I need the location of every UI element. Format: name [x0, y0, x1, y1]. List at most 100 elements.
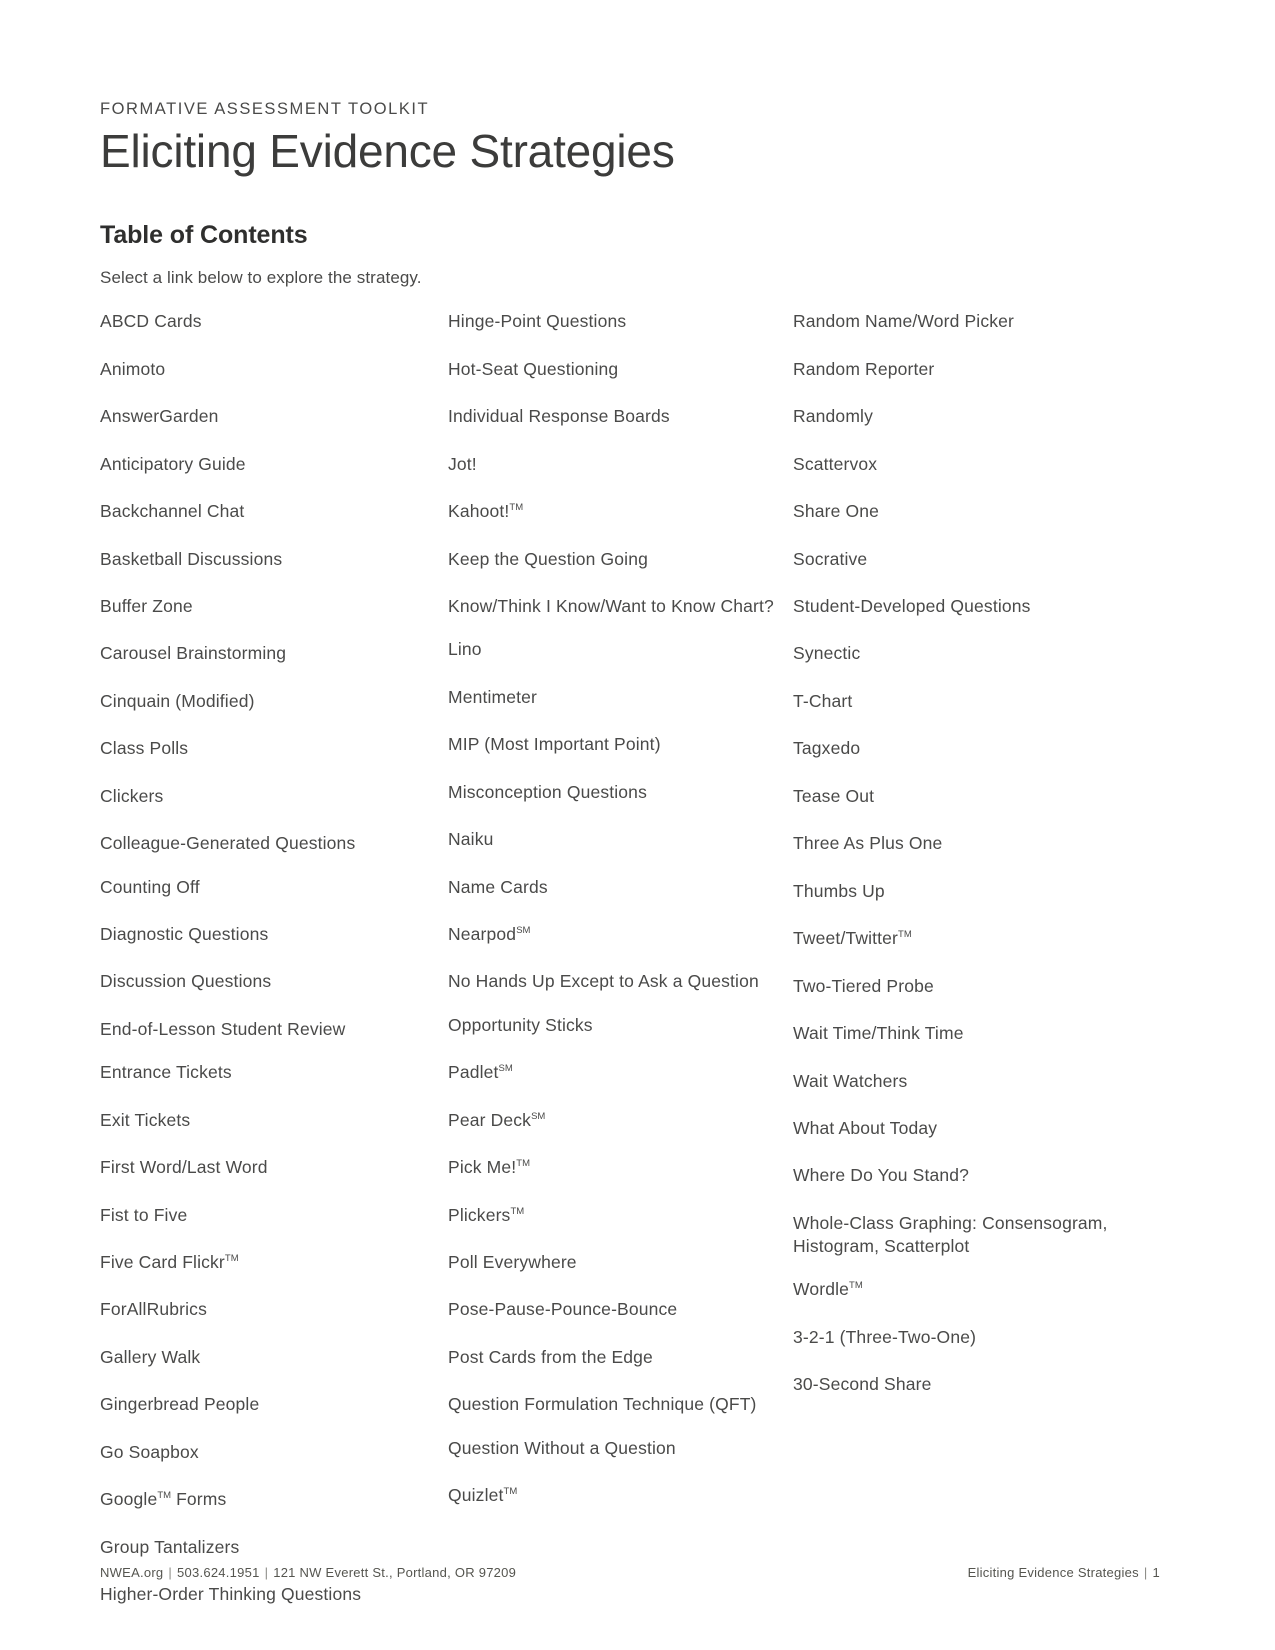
toc-link[interactable]: Question Formulation Technique (QFT) [448, 1393, 793, 1416]
toc-link[interactable]: Pick Me!TM [448, 1156, 793, 1179]
toc-link[interactable]: Hot-Seat Questioning [448, 358, 793, 381]
toc-link[interactable]: PlickersTM [448, 1204, 793, 1227]
toc-link[interactable]: Lino [448, 638, 793, 661]
toc-link[interactable]: No Hands Up Except to Ask a Question [448, 970, 793, 993]
footer-page-number: 1 [1152, 1565, 1160, 1580]
toc-link[interactable]: Whole-Class Graphing: Consensogram, Hist… [793, 1212, 1160, 1259]
trademark-mark: TM [516, 1158, 531, 1170]
trademark-mark: TM [849, 1280, 863, 1292]
toc-link[interactable]: Misconception Questions [448, 781, 793, 804]
toc-link[interactable]: Randomly [793, 405, 1160, 428]
toc-link[interactable]: Buffer Zone [100, 595, 448, 618]
footer-phone: 503.624.1951 [177, 1565, 260, 1580]
toc-link[interactable]: Gallery Walk [100, 1346, 448, 1369]
toc-link[interactable]: Post Cards from the Edge [448, 1346, 793, 1369]
toc-link[interactable]: Tagxedo [793, 737, 1160, 760]
toc-column-1: ABCD Cards Animoto AnswerGarden Anticipator… [100, 310, 448, 1626]
toc-link[interactable]: Diagnostic Questions [100, 923, 448, 946]
toc-link[interactable]: Student-Developed Questions [793, 595, 1160, 618]
service-mark: SM [531, 1110, 546, 1122]
toc-link[interactable]: ForAllRubrics [100, 1298, 448, 1321]
toc-link[interactable]: Keep the Question Going [448, 548, 793, 571]
toc-link[interactable]: NearpodSM [448, 923, 793, 946]
footer-contact-info: NWEA.org | 503.624.1951 | 121 NW Everett St.… [100, 1565, 516, 1580]
toc-link[interactable]: Random Name/Word Picker [793, 310, 1160, 333]
toc-link[interactable]: Naiku [448, 828, 793, 851]
toc-link[interactable]: Go Soapbox [100, 1441, 448, 1464]
toc-link[interactable]: Group Tantalizers [100, 1536, 448, 1559]
toc-link[interactable]: Colleague-Generated Questions [100, 832, 448, 855]
toc-link[interactable]: Two-Tiered Probe [793, 975, 1160, 998]
toc-link[interactable]: Anticipatory Guide [100, 453, 448, 476]
document-page: FORMATIVE ASSESSMENT TOOLKIT Eliciting E… [0, 0, 1275, 1650]
toc-link[interactable]: Opportunity Sticks [448, 1014, 793, 1037]
footer-separator-3: | [1143, 1565, 1148, 1580]
toc-link[interactable]: ABCD Cards [100, 310, 448, 333]
toc-link[interactable]: Fist to Five [100, 1204, 448, 1227]
toc-link[interactable]: Pear DeckSM [448, 1109, 793, 1132]
page-content: FORMATIVE ASSESSMENT TOOLKIT Eliciting E… [100, 100, 1160, 1626]
toc-link[interactable]: GoogleTM Forms [100, 1488, 448, 1511]
toc-link[interactable]: Tease Out [793, 785, 1160, 808]
toc-link[interactable]: Kahoot!TM [448, 500, 793, 523]
service-mark: SM [516, 925, 531, 937]
toc-link[interactable]: Question Without a Question [448, 1437, 793, 1460]
toc-link[interactable]: Jot! [448, 453, 793, 476]
toc-link[interactable]: T-Chart [793, 690, 1160, 713]
toc-link[interactable]: PadletSM [448, 1061, 793, 1084]
toc-link[interactable]: Three As Plus One [793, 832, 1160, 855]
footer-document-name: Eliciting Evidence Strategies [967, 1565, 1139, 1580]
toc-link[interactable]: Synectic [793, 642, 1160, 665]
toc-link[interactable]: Socrative [793, 548, 1160, 571]
toc-link[interactable]: Higher-Order Thinking Questions [100, 1583, 448, 1606]
toolkit-eyebrow-label: FORMATIVE ASSESSMENT TOOLKIT [100, 100, 430, 118]
toc-link[interactable]: Scattervox [793, 453, 1160, 476]
toc-link[interactable]: WordleTM [793, 1278, 1160, 1301]
toc-link[interactable]: Discussion Questions [100, 970, 448, 993]
toc-link[interactable]: Wait Watchers [793, 1070, 1160, 1093]
toc-link[interactable]: Thumbs Up [793, 880, 1160, 903]
toc-link[interactable]: Poll Everywhere [448, 1251, 793, 1274]
toc-link[interactable]: Five Card FlickrTM [100, 1251, 448, 1274]
toc-link[interactable]: Mentimeter [448, 686, 793, 709]
footer-document-info: Eliciting Evidence Strategies | 1 [968, 1565, 1160, 1580]
toc-link[interactable]: First Word/Last Word [100, 1156, 448, 1179]
toc-link[interactable]: Know/Think I Know/Want to Know Chart? [448, 595, 793, 618]
trademark-mark: TM [509, 502, 524, 514]
table-of-contents-heading: Table of Contents [100, 221, 308, 250]
toc-link[interactable]: 30-Second Share [793, 1373, 1160, 1396]
toc-link[interactable]: Gingerbread People [100, 1393, 448, 1416]
footer-website-link[interactable]: NWEA.org [100, 1565, 163, 1580]
toc-link[interactable]: QuizletTM [448, 1484, 793, 1507]
trademark-mark: TM [224, 1253, 239, 1265]
toc-link[interactable]: AnswerGarden [100, 405, 448, 428]
toc-link[interactable]: Pose-Pause-Pounce-Bounce [448, 1298, 793, 1321]
toc-link[interactable]: Clickers [100, 785, 448, 808]
toc-link[interactable]: Counting Off [100, 876, 448, 899]
toc-link[interactable]: Share One [793, 500, 1160, 523]
trademark-mark: TM [503, 1486, 518, 1498]
toc-link[interactable]: Individual Response Boards [448, 405, 793, 428]
toc-link[interactable]: Exit Tickets [100, 1109, 448, 1132]
toc-link[interactable]: Class Polls [100, 737, 448, 760]
toc-link[interactable]: 3-2-1 (Three-Two-One) [793, 1326, 1160, 1349]
toc-column-2: Hinge-Point Questions Hot-Seat Questionin… [448, 310, 793, 1531]
toc-link[interactable]: Basketball Discussions [100, 548, 448, 571]
toc-link[interactable]: What About Today [793, 1117, 1160, 1140]
trademark-mark: TM [510, 1205, 525, 1217]
toc-link[interactable]: Carousel Brainstorming [100, 642, 448, 665]
toc-column-3: Random Name/Word Picker Random Reporter Ra… [793, 310, 1160, 1421]
trademark-mark: TM [157, 1490, 172, 1502]
toc-link[interactable]: End-of-Lesson Student Review [100, 1018, 448, 1041]
toc-link[interactable]: Where Do You Stand? [793, 1164, 1160, 1187]
toc-link[interactable]: Tweet/TwitterTM [793, 927, 1160, 950]
toc-link[interactable]: Animoto [100, 358, 448, 381]
toc-link[interactable]: Wait Time/Think Time [793, 1022, 1160, 1045]
toc-link[interactable]: Name Cards [448, 876, 793, 899]
toc-link[interactable]: Entrance Tickets [100, 1061, 448, 1084]
toc-link[interactable]: Backchannel Chat [100, 500, 448, 523]
toc-link[interactable]: Random Reporter [793, 358, 1160, 381]
toc-link[interactable]: Cinquain (Modified) [100, 690, 448, 713]
toc-link[interactable]: MIP (Most Important Point) [448, 733, 793, 756]
toc-link[interactable]: Hinge-Point Questions [448, 310, 793, 333]
